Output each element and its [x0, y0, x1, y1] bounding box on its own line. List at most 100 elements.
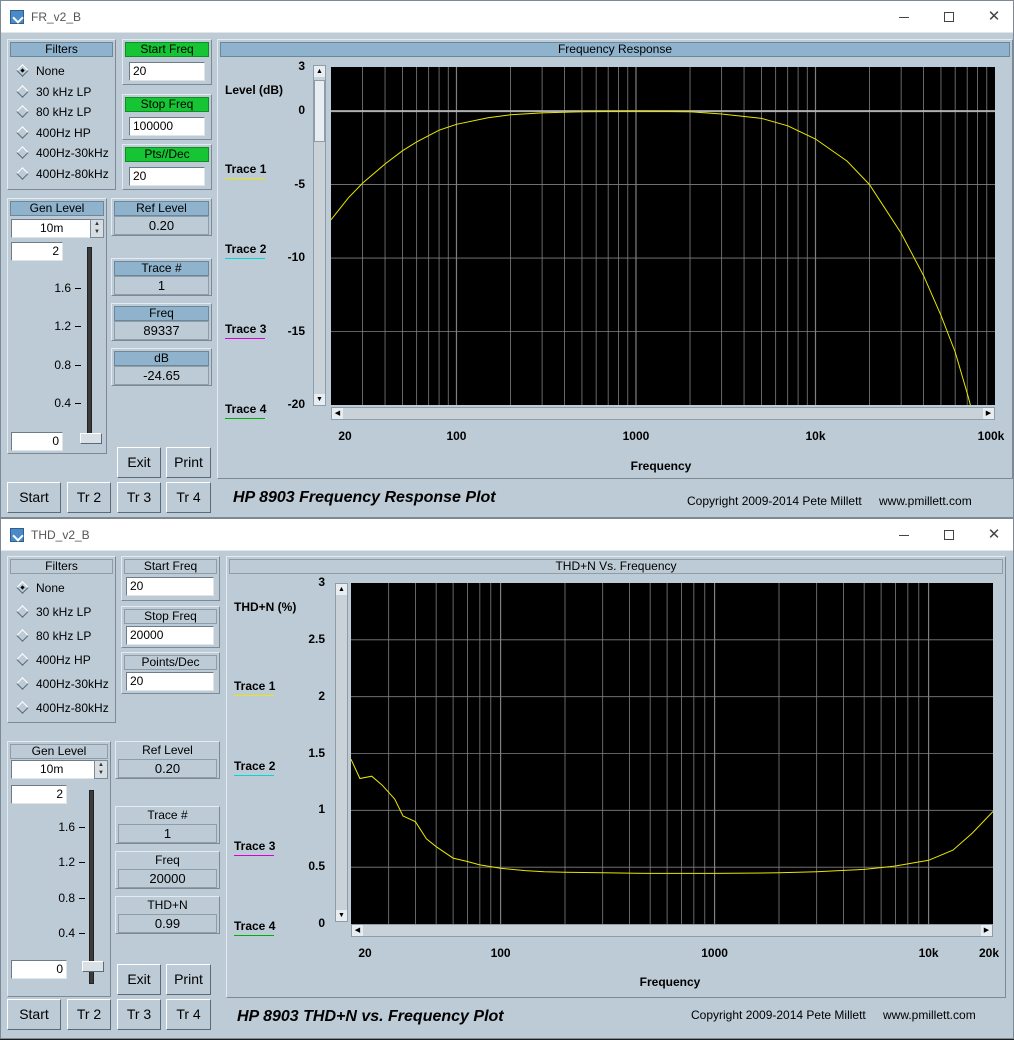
ref-level-value: 0.20: [114, 216, 209, 235]
scroll-down-icon[interactable]: ▼: [314, 394, 325, 405]
scroll-left-icon[interactable]: ◀: [352, 925, 363, 936]
gen-level-slider-track[interactable]: [89, 790, 94, 984]
filter-radio-none[interactable]: None: [16, 63, 118, 79]
stop-freq-input[interactable]: 20000: [126, 626, 214, 645]
spin-down-icon: ▼: [98, 770, 104, 776]
ref-level-value: 0.20: [118, 759, 217, 778]
filter-radio-400hz-hp[interactable]: 400Hz HP: [16, 652, 118, 668]
slider-tick-label: 1.2: [58, 855, 75, 869]
gen-level-label: Gen Level: [10, 201, 104, 216]
filter-radio-400hz-80khz[interactable]: 400Hz-80kHz: [16, 700, 118, 716]
filter-radio-400hz-hp[interactable]: 400Hz HP: [16, 125, 118, 141]
trace-legend-line: [225, 338, 265, 339]
slider-value-input[interactable]: 0: [11, 960, 67, 979]
scroll-down-icon[interactable]: ▼: [336, 910, 347, 921]
scroll-left-icon[interactable]: ◀: [332, 408, 343, 419]
close-icon: ✕: [987, 8, 1001, 25]
thd-y-axis-label: THD+N (%): [234, 600, 297, 614]
filter-radio-400hz-30khz[interactable]: 400Hz-30kHz: [16, 145, 118, 161]
fr-x-axis-label: Frequency: [630, 459, 692, 473]
scroll-right-icon[interactable]: ▶: [981, 925, 992, 936]
stop-freq-label: Stop Freq: [125, 97, 209, 112]
fr-plot-area: [330, 67, 995, 474]
x-tick-label: 20: [358, 946, 372, 960]
y-tick-label: 2.5: [308, 631, 325, 646]
slider-value-input[interactable]: 0: [11, 432, 63, 451]
tr4-button[interactable]: Tr 4: [166, 482, 211, 513]
fr-horizontal-scrollbar[interactable]: ◀ ▶: [331, 407, 995, 420]
y-tick-label: 1.5: [308, 745, 325, 760]
maximize-button[interactable]: [926, 519, 972, 550]
stop-freq-input[interactable]: 100000: [129, 117, 205, 136]
filter-label: 400Hz HP: [36, 125, 91, 140]
tr3-button[interactable]: Tr 3: [117, 482, 161, 513]
thd-panel: THD+N 0.99: [115, 896, 220, 934]
slider-tick-label: 1.2: [54, 319, 71, 333]
gen-level-slider-track[interactable]: [87, 247, 92, 441]
spin-down-icon: ▼: [94, 229, 100, 235]
thd-horizontal-scrollbar[interactable]: ◀ ▶: [351, 924, 993, 937]
start-button[interactable]: Start: [7, 999, 61, 1030]
slider-max-input[interactable]: 2: [11, 242, 63, 261]
exit-button[interactable]: Exit: [117, 964, 161, 995]
trace-legend-label: Trace 3: [234, 839, 276, 853]
gen-level-slider-thumb[interactable]: [80, 433, 102, 444]
filter-label: 80 kHz LP: [36, 105, 92, 120]
filter-radio-400hz-30khz[interactable]: 400Hz-30kHz: [16, 676, 118, 692]
tr2-button[interactable]: Tr 2: [67, 482, 111, 513]
scroll-thumb[interactable]: [314, 80, 325, 142]
tr2-button[interactable]: Tr 2: [67, 999, 111, 1030]
radio-indicator-icon: [16, 629, 29, 642]
scroll-up-icon[interactable]: ▲: [314, 66, 325, 77]
fr-titlebar[interactable]: FR_v2_B ✕: [1, 1, 1013, 33]
fr-vertical-scrollbar[interactable]: ▲ ▼: [313, 65, 326, 406]
scroll-right-icon[interactable]: ▶: [983, 408, 994, 419]
gen-level-spinner[interactable]: ▲ ▼: [94, 760, 108, 779]
thd-titlebar[interactable]: THD_v2_B ✕: [1, 519, 1013, 551]
window-title: FR_v2_B: [31, 10, 82, 24]
y-tick-label: -5: [294, 176, 305, 191]
start-freq-input[interactable]: 20: [126, 577, 214, 596]
spin-up-icon: ▲: [94, 221, 100, 227]
exit-button[interactable]: Exit: [117, 447, 161, 478]
gen-level-input[interactable]: 10m: [11, 219, 91, 238]
filter-radio-30-khz-lp[interactable]: 30 kHz LP: [16, 604, 118, 620]
minimize-icon: [899, 16, 909, 18]
filter-radio-400hz-80khz[interactable]: 400Hz-80kHz: [16, 166, 118, 182]
filter-radio-80-khz-lp[interactable]: 80 kHz LP: [16, 104, 118, 120]
trace-legend-line: [234, 695, 274, 696]
pts-dec-panel: Pts//Dec 20: [122, 144, 212, 190]
gen-level-spinner[interactable]: ▲ ▼: [90, 219, 104, 238]
filter-label: 400Hz-80kHz: [36, 701, 109, 715]
filter-radio-30-khz-lp[interactable]: 30 kHz LP: [16, 84, 118, 100]
x-tick-label: 100k: [977, 429, 1005, 443]
pts-dec-input[interactable]: 20: [129, 167, 205, 186]
thd-vertical-scrollbar[interactable]: ▲ ▼: [335, 583, 348, 922]
filter-radio-none[interactable]: None: [16, 580, 118, 596]
filter-radio-80-khz-lp[interactable]: 80 kHz LP: [16, 628, 118, 644]
close-button[interactable]: ✕: [971, 519, 1014, 550]
pts-dec-input[interactable]: 20: [126, 672, 214, 691]
gen-level-slider-thumb[interactable]: [82, 961, 104, 972]
minimize-button[interactable]: [881, 519, 927, 550]
trace-num-panel: Trace # 1: [111, 258, 212, 296]
minimize-button[interactable]: [881, 1, 927, 32]
filter-label: 30 kHz LP: [36, 84, 92, 99]
thd-website[interactable]: www.pmillett.com: [883, 1008, 976, 1022]
close-button[interactable]: ✕: [971, 1, 1014, 32]
maximize-icon: [944, 530, 954, 541]
start-button[interactable]: Start: [7, 482, 61, 513]
fr-website[interactable]: www.pmillett.com: [879, 494, 972, 508]
print-button[interactable]: Print: [166, 964, 211, 995]
maximize-button[interactable]: [926, 1, 972, 32]
start-freq-label: Start Freq: [125, 42, 209, 57]
gen-level-input[interactable]: 10m: [11, 760, 97, 779]
radio-indicator-icon: [16, 125, 29, 139]
slider-max-input[interactable]: 2: [11, 785, 67, 804]
scroll-up-icon[interactable]: ▲: [336, 584, 347, 595]
trace-legend-line: [225, 418, 265, 419]
tr4-button[interactable]: Tr 4: [166, 999, 211, 1030]
print-button[interactable]: Print: [166, 447, 211, 478]
start-freq-input[interactable]: 20: [129, 62, 205, 81]
tr3-button[interactable]: Tr 3: [117, 999, 161, 1030]
